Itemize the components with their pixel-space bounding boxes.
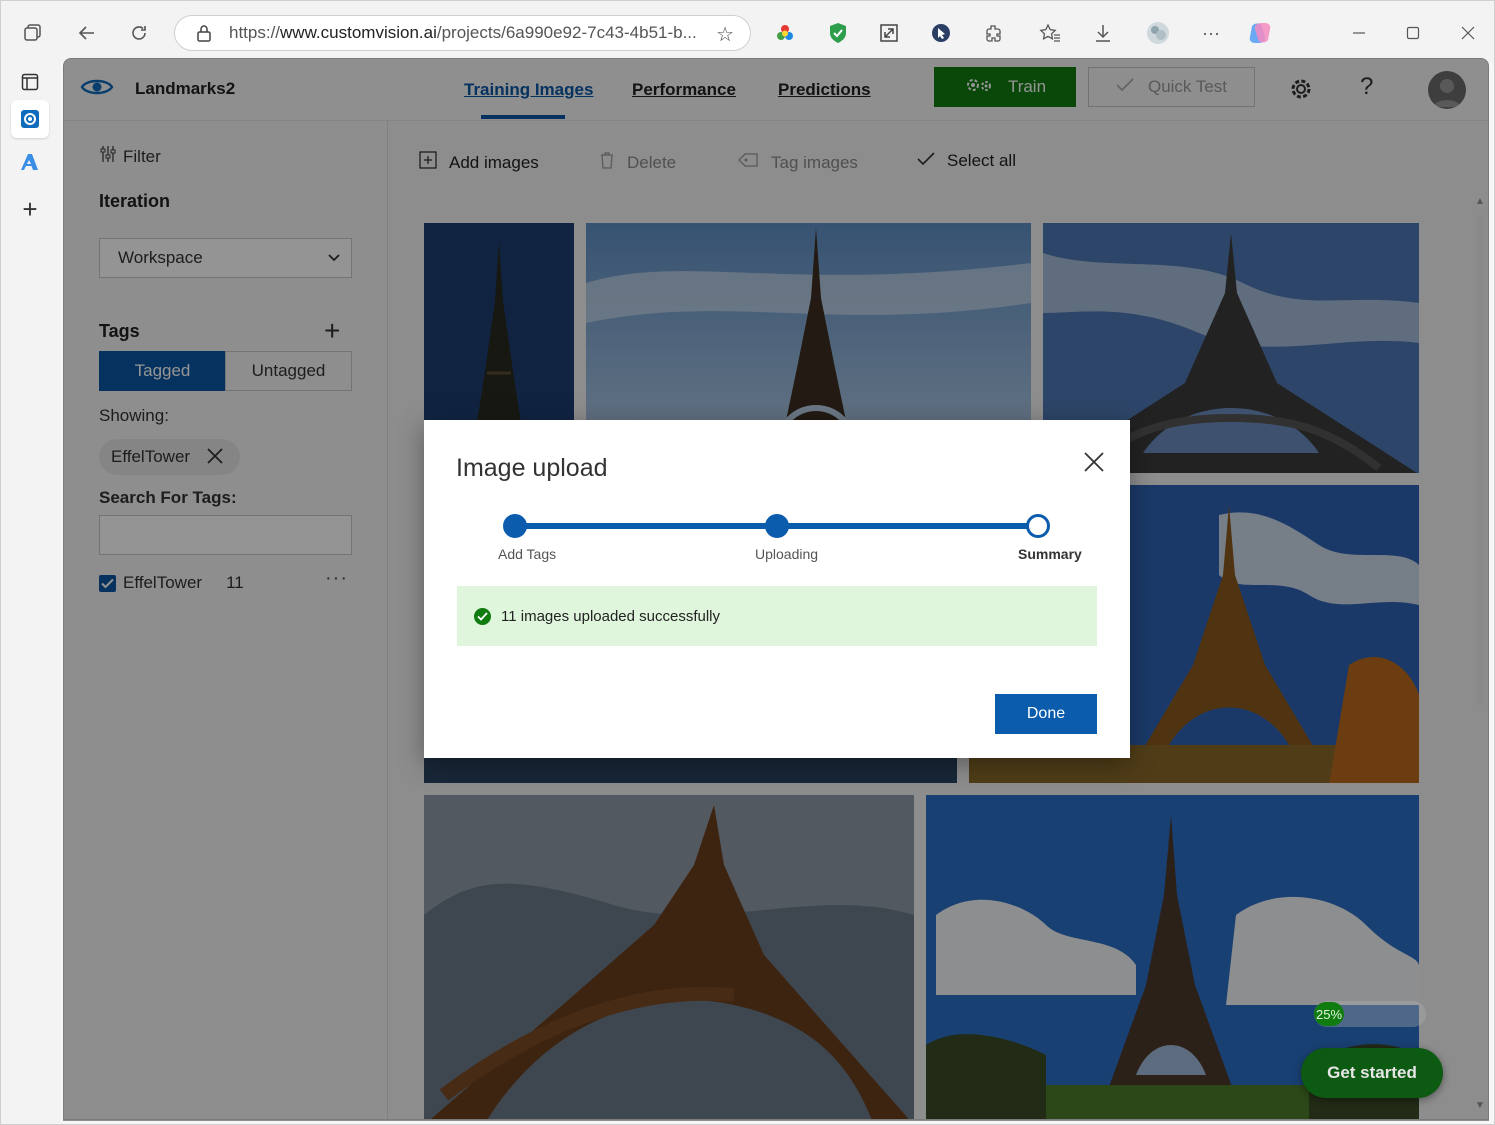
close-window-icon[interactable]: [1456, 21, 1480, 45]
modal-backdrop: [63, 58, 1489, 121]
favorites-icon[interactable]: [1038, 21, 1062, 45]
minimize-icon[interactable]: [1347, 21, 1371, 45]
refresh-icon[interactable]: [127, 21, 151, 45]
sidebar-toggle-icon[interactable]: [11, 63, 49, 101]
get-started-button[interactable]: Get started: [1301, 1048, 1443, 1098]
profile-extension-icon[interactable]: [1144, 19, 1172, 47]
tab-actions-icon[interactable]: [21, 21, 45, 45]
dialog-title: Image upload: [456, 454, 608, 482]
done-button[interactable]: Done: [995, 694, 1097, 734]
onboarding-progress-badge: 25%: [1314, 1002, 1344, 1026]
step-label-uploading: Uploading: [755, 546, 819, 562]
maximize-icon[interactable]: [1401, 21, 1425, 45]
more-options-icon[interactable]: ···: [1199, 21, 1223, 45]
add-tab-icon[interactable]: +: [11, 190, 49, 228]
url-text: https://www.customvision.ai/projects/6a9…: [229, 23, 697, 42]
shield-extension-icon[interactable]: [826, 21, 850, 45]
back-icon[interactable]: [75, 21, 99, 45]
favorite-star-icon[interactable]: ☆: [716, 22, 734, 47]
success-check-icon: [474, 607, 491, 625]
vertical-scrollbar[interactable]: ▲ ▼: [1474, 196, 1486, 1111]
downloads-icon[interactable]: [1091, 21, 1115, 45]
azure-tab-icon[interactable]: [11, 143, 49, 181]
color-extension-icon[interactable]: [774, 22, 796, 44]
lock-icon[interactable]: [193, 22, 215, 44]
success-message-bar: 11 images uploaded successfully: [457, 586, 1097, 646]
copilot-icon[interactable]: [1246, 19, 1274, 47]
cursor-extension-icon[interactable]: [929, 21, 953, 45]
address-bar[interactable]: https://www.customvision.ai/projects/6a9…: [174, 15, 751, 51]
expand-icon[interactable]: [877, 21, 901, 45]
close-icon[interactable]: [1083, 451, 1109, 477]
step-dot-summary: [1026, 514, 1050, 538]
scroll-down-icon[interactable]: ▼: [1475, 1100, 1485, 1111]
custom-vision-tab-icon[interactable]: [11, 100, 49, 138]
image-upload-dialog: Image upload Add Tags Uploading Summary …: [424, 420, 1130, 758]
step-label-add-tags: Add Tags: [498, 546, 557, 562]
step-dot-add-tags: [503, 514, 527, 538]
success-message: 11 images uploaded successfully: [501, 607, 721, 625]
browser-window: https://www.customvision.ai/projects/6a9…: [0, 0, 1495, 1125]
step-dot-uploading: [765, 514, 789, 538]
browser-sidebar: +: [1, 63, 61, 1124]
step-label-summary: Summary: [1018, 546, 1082, 562]
scroll-thumb[interactable]: [1476, 214, 1484, 706]
scroll-up-icon[interactable]: ▲: [1475, 196, 1485, 207]
browser-toolbar: https://www.customvision.ai/projects/6a9…: [1, 1, 1494, 63]
extensions-icon[interactable]: [981, 21, 1005, 45]
